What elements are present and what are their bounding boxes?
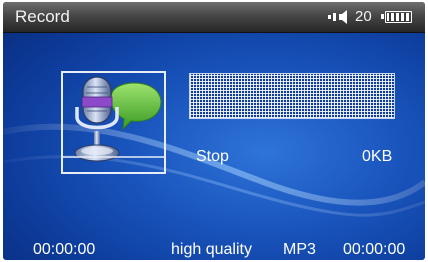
volume-value: 20 [355, 8, 372, 25]
format-setting[interactable]: MP3 [283, 241, 316, 259]
app-title: Record [15, 7, 70, 26]
speaker-icon[interactable] [328, 10, 352, 24]
recorder-screen: Record 20 Stop 0KB 00:00:00 high quality… [3, 2, 425, 260]
total-time: 00:00:00 [343, 241, 406, 258]
record-state: Stop [196, 148, 229, 165]
status-bar: Record 20 [3, 2, 425, 33]
elapsed-time: 00:00:00 [33, 241, 96, 258]
quality-setting[interactable]: high quality [171, 241, 252, 259]
microphone-icon[interactable] [61, 71, 166, 174]
battery-icon [381, 11, 412, 23]
level-meter [189, 73, 395, 119]
bottom-bar: 00:00:00 high quality MP3 00:00:00 [3, 241, 425, 260]
file-size: 0KB [362, 148, 393, 165]
